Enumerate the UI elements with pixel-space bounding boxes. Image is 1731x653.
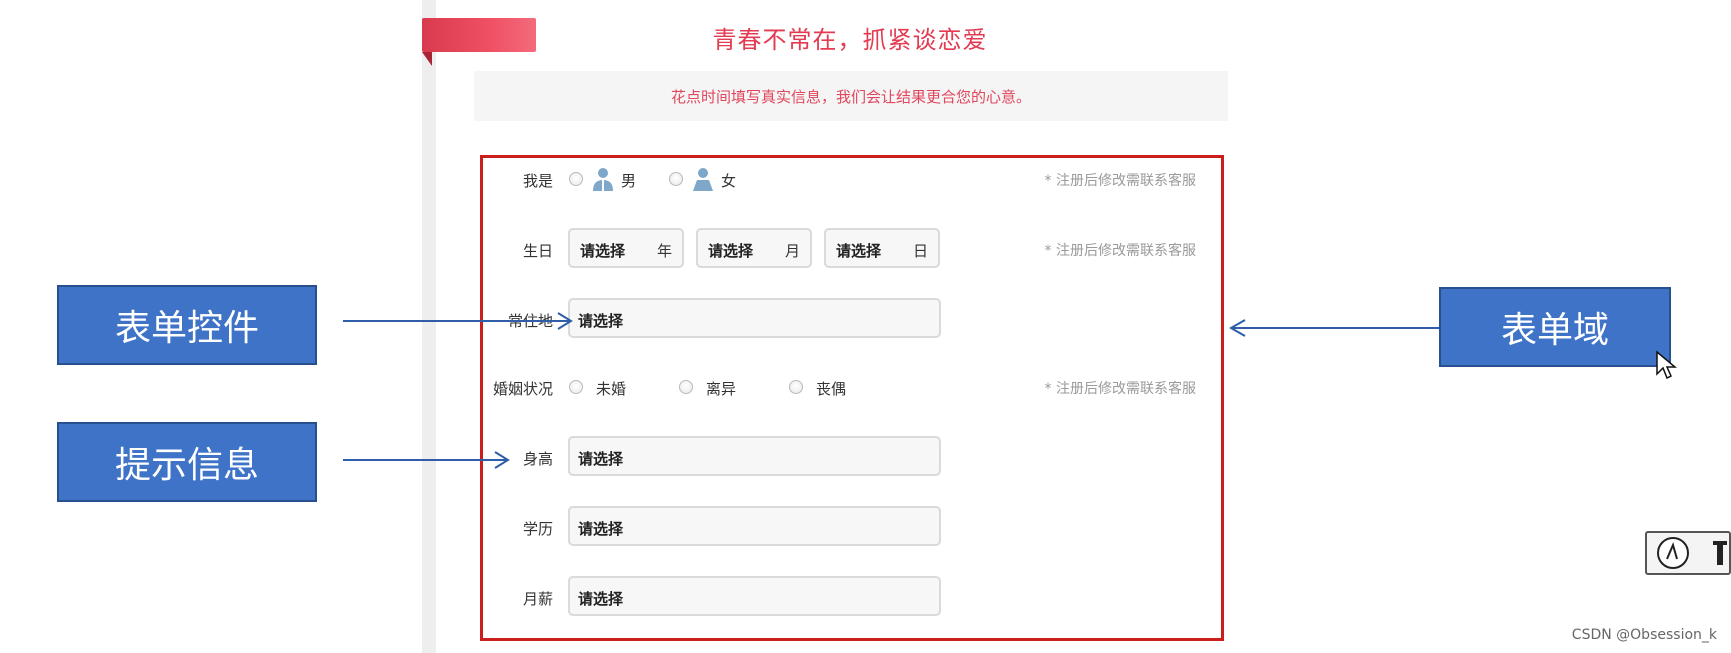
annotation-arrows: [343, 312, 1439, 469]
watermark: CSDN @Obsession_k: [1571, 627, 1717, 643]
logo-widget: [1645, 531, 1731, 575]
gauge-logo-icon: [1657, 537, 1727, 569]
mouse-cursor-icon: [1656, 350, 1677, 380]
